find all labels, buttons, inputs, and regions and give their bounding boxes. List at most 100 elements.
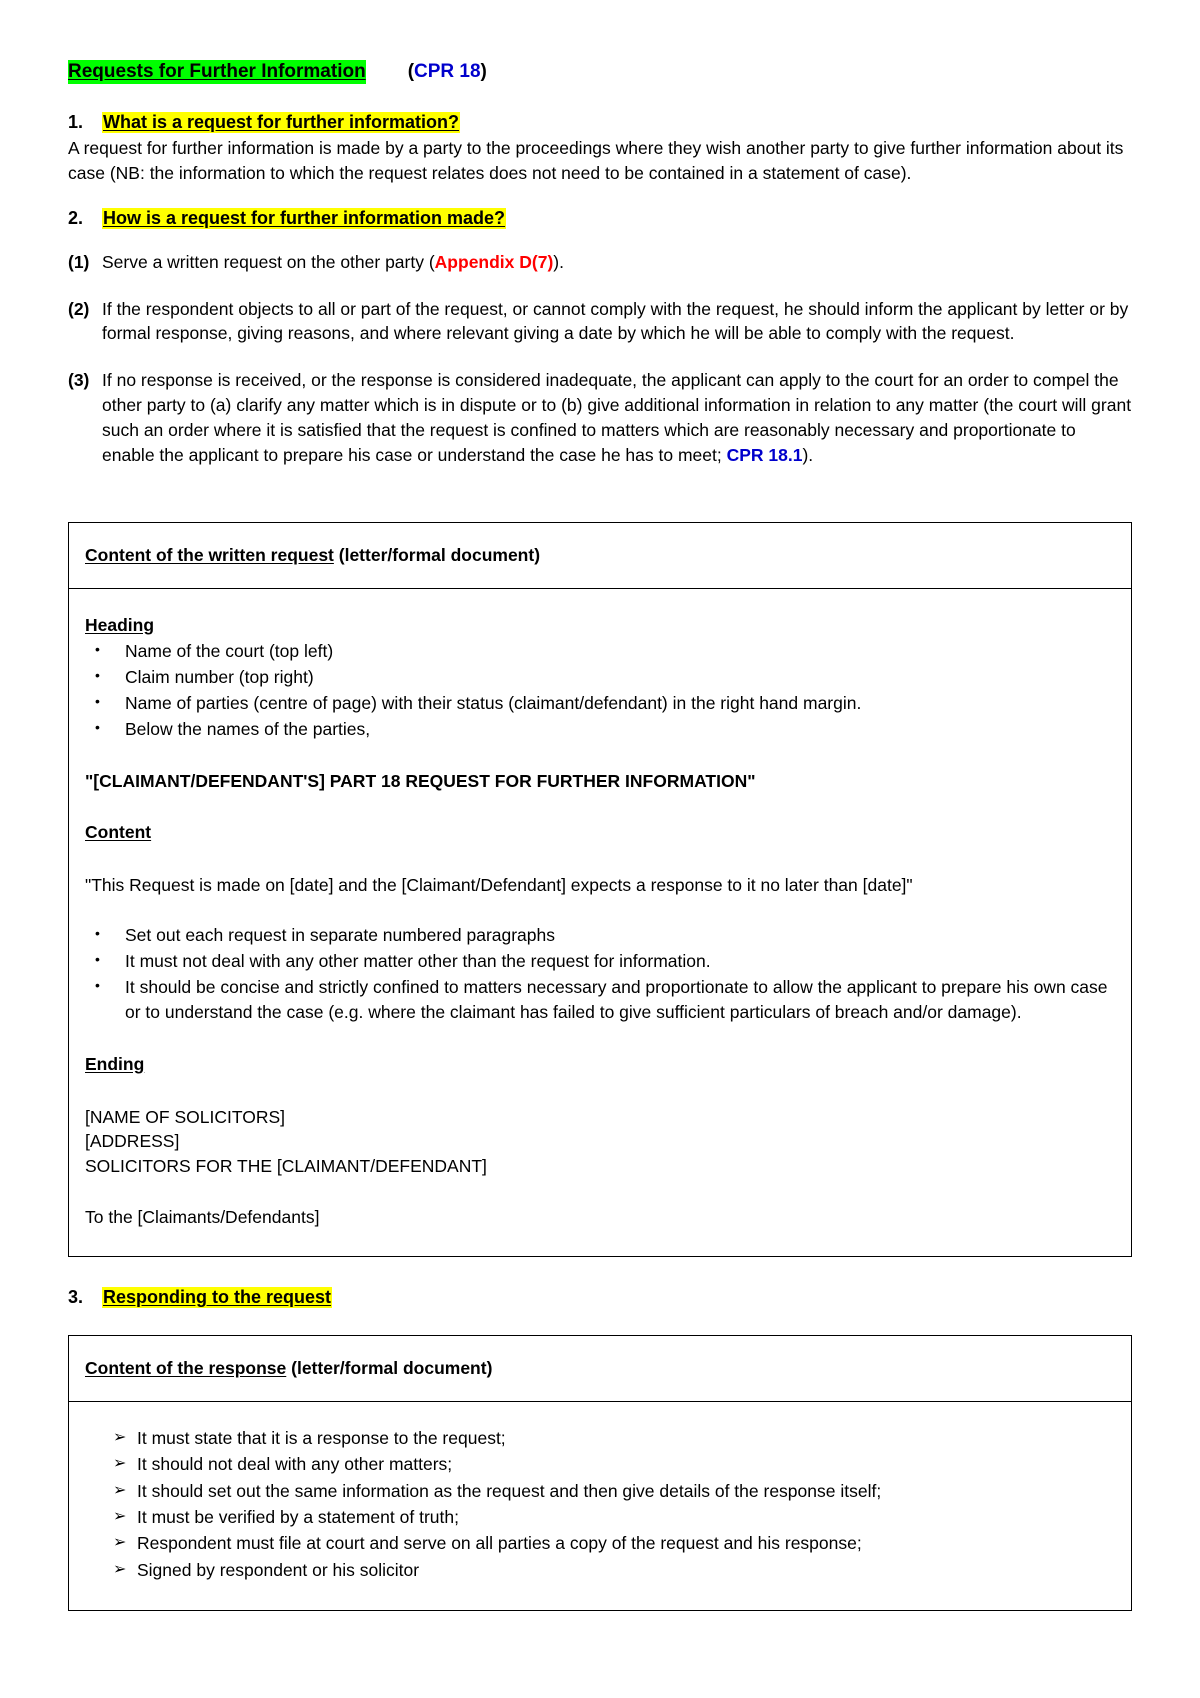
list-item: • Name of the court (top left) [85, 639, 1115, 664]
response-header-underlined: Content of the response [85, 1357, 287, 1378]
written-request-header-underlined: Content of the written request [85, 544, 334, 565]
item-3-text-before: If no response is received, or the respo… [102, 370, 1132, 465]
list-item-label: Claim number (top right) [125, 667, 314, 688]
content-subhead: Content [85, 821, 152, 842]
arrow-bullet-icon: ➢ [113, 1560, 127, 1578]
numbered-item-1: (1) Serve a written request on the other… [68, 250, 1132, 275]
list-item-label: It should be concise and strictly confin… [125, 977, 1108, 1022]
document-title-reference: (CPR 18) [408, 61, 487, 83]
list-item-label: It should not deal with any other matter… [137, 1454, 453, 1475]
ending-line-to-the: To the [Claimants/Defendants] [85, 1207, 320, 1228]
ending-line-address: [ADDRESS] [85, 1131, 180, 1152]
numbered-item-2: (2) If the respondent objects to all or … [68, 297, 1132, 347]
section-heading-2: 2. How is a request for further informat… [68, 207, 1132, 229]
arrow-bullet-icon: ➢ [113, 1428, 127, 1446]
item-text-3: If no response is received, or the respo… [102, 368, 1132, 467]
cpr-reference-link: CPR 18 [414, 61, 481, 82]
section-heading-1: 1. What is a request for further informa… [68, 112, 1132, 133]
response-box-body: ➢ It must state that it is a response to… [69, 1402, 1131, 1610]
written-request-box-header: Content of the written request (letter/f… [69, 523, 1131, 589]
section-heading-3: 3. Responding to the request [68, 1286, 1132, 1308]
list-item: ➢ Respondent must file at court and serv… [85, 1531, 1115, 1556]
item-1-text-before: Serve a written request on the other par… [102, 251, 435, 272]
document-title: Requests for Further Information (CPR 18… [68, 60, 1132, 84]
item-text-2: If the respondent objects to all or part… [102, 298, 1129, 344]
arrow-bullet-icon: ➢ [113, 1455, 127, 1473]
list-item: ➢ It should not deal with any other matt… [85, 1452, 1115, 1477]
list-item-label: Name of parties (centre of page) with th… [125, 693, 862, 714]
list-item: • Claim number (top right) [85, 665, 1115, 690]
list-item: ➢ It should set out the same information… [85, 1479, 1115, 1504]
section-title-2: How is a request for further information… [102, 207, 507, 229]
response-box-header: Content of the response (letter/formal d… [69, 1336, 1131, 1402]
list-item: • It should be concise and strictly conf… [85, 975, 1115, 1025]
item-marker-2: (2) [68, 298, 90, 319]
list-item: ➢ It must be verified by a statement of … [85, 1505, 1115, 1530]
bullet-icon: • [95, 718, 100, 735]
response-header-plain: (letter/formal document) [286, 1357, 493, 1378]
list-item-label: Name of the court (top left) [125, 641, 334, 662]
section-number-3: 3. [68, 1286, 84, 1307]
section-number-2: 2. [68, 207, 84, 228]
reference-paren-close: ) [480, 61, 487, 82]
item-text-1: Serve a written request on the other par… [102, 250, 1132, 275]
section-1-paragraph: A request for further information is mad… [68, 138, 1124, 183]
item-marker-3: (3) [68, 370, 90, 391]
arrow-bullet-icon: ➢ [113, 1481, 127, 1499]
list-item-label: It must be verified by a statement of tr… [137, 1507, 459, 1528]
document-page: Requests for Further Information (CPR 18… [0, 0, 1200, 1698]
ending-line-solicitors: [NAME OF SOLICITORS] [85, 1106, 285, 1127]
content-bullet-list: • Set out each request in separate numbe… [85, 923, 1115, 1024]
section-title-1: What is a request for further informatio… [102, 112, 461, 133]
list-item-label: It must not deal with any other matter o… [125, 951, 711, 972]
ending-line-solicitors-for: SOLICITORS FOR THE [CLAIMANT/DEFENDANT] [85, 1156, 487, 1177]
request-title-line: "[CLAIMANT/DEFENDANT'S] PART 18 REQUEST … [85, 770, 756, 791]
arrow-bullet-icon: ➢ [113, 1508, 127, 1526]
list-item-label: It must state that it is a response to t… [137, 1427, 506, 1448]
item-1-text-after: ). [553, 251, 564, 272]
ending-subhead: Ending [85, 1053, 145, 1074]
bullet-icon: • [95, 925, 100, 942]
list-item: ➢ It must state that it is a response to… [85, 1426, 1115, 1451]
heading-subhead: Heading [85, 614, 155, 635]
numbered-item-3: (3) If no response is received, or the r… [68, 368, 1132, 467]
list-item-label: Respondent must file at court and serve … [137, 1533, 862, 1554]
list-item-label: Set out each request in separate numbere… [125, 925, 556, 946]
list-item: • Name of parties (centre of page) with … [85, 691, 1115, 716]
list-item: • It must not deal with any other matter… [85, 949, 1115, 974]
item-marker-1: (1) [68, 251, 90, 272]
heading-bullet-list: • Name of the court (top left) • Claim n… [85, 639, 1115, 741]
list-item-label: It should set out the same information a… [137, 1480, 882, 1501]
bullet-icon: • [95, 641, 100, 658]
list-item: • Set out each request in separate numbe… [85, 923, 1115, 948]
arrow-bullet-icon: ➢ [113, 1534, 127, 1552]
bullet-icon: • [95, 977, 100, 994]
appendix-reference: Appendix D(7) [434, 251, 554, 272]
response-box: Content of the response (letter/formal d… [68, 1334, 1132, 1612]
list-item-label: Below the names of the parties, [125, 718, 371, 739]
written-request-box: Content of the written request (letter/f… [68, 521, 1132, 1257]
bullet-icon: • [95, 667, 100, 684]
list-item: • Below the names of the parties, [85, 717, 1115, 742]
list-item: ➢ Signed by respondent or his solicitor [85, 1558, 1115, 1583]
content-quote-line: "This Request is made on [date] and the … [85, 874, 913, 895]
section-number-1: 1. [68, 112, 84, 132]
item-3-text-after: ). [802, 444, 814, 465]
bullet-icon: • [95, 951, 100, 968]
document-title-text: Requests for Further Information [68, 60, 366, 84]
written-request-header-plain: (letter/formal document) [333, 544, 541, 565]
bullet-icon: • [95, 693, 100, 710]
written-request-box-body: Heading • Name of the court (top left) •… [69, 589, 1131, 1256]
section-title-3: Responding to the request [102, 1286, 333, 1308]
